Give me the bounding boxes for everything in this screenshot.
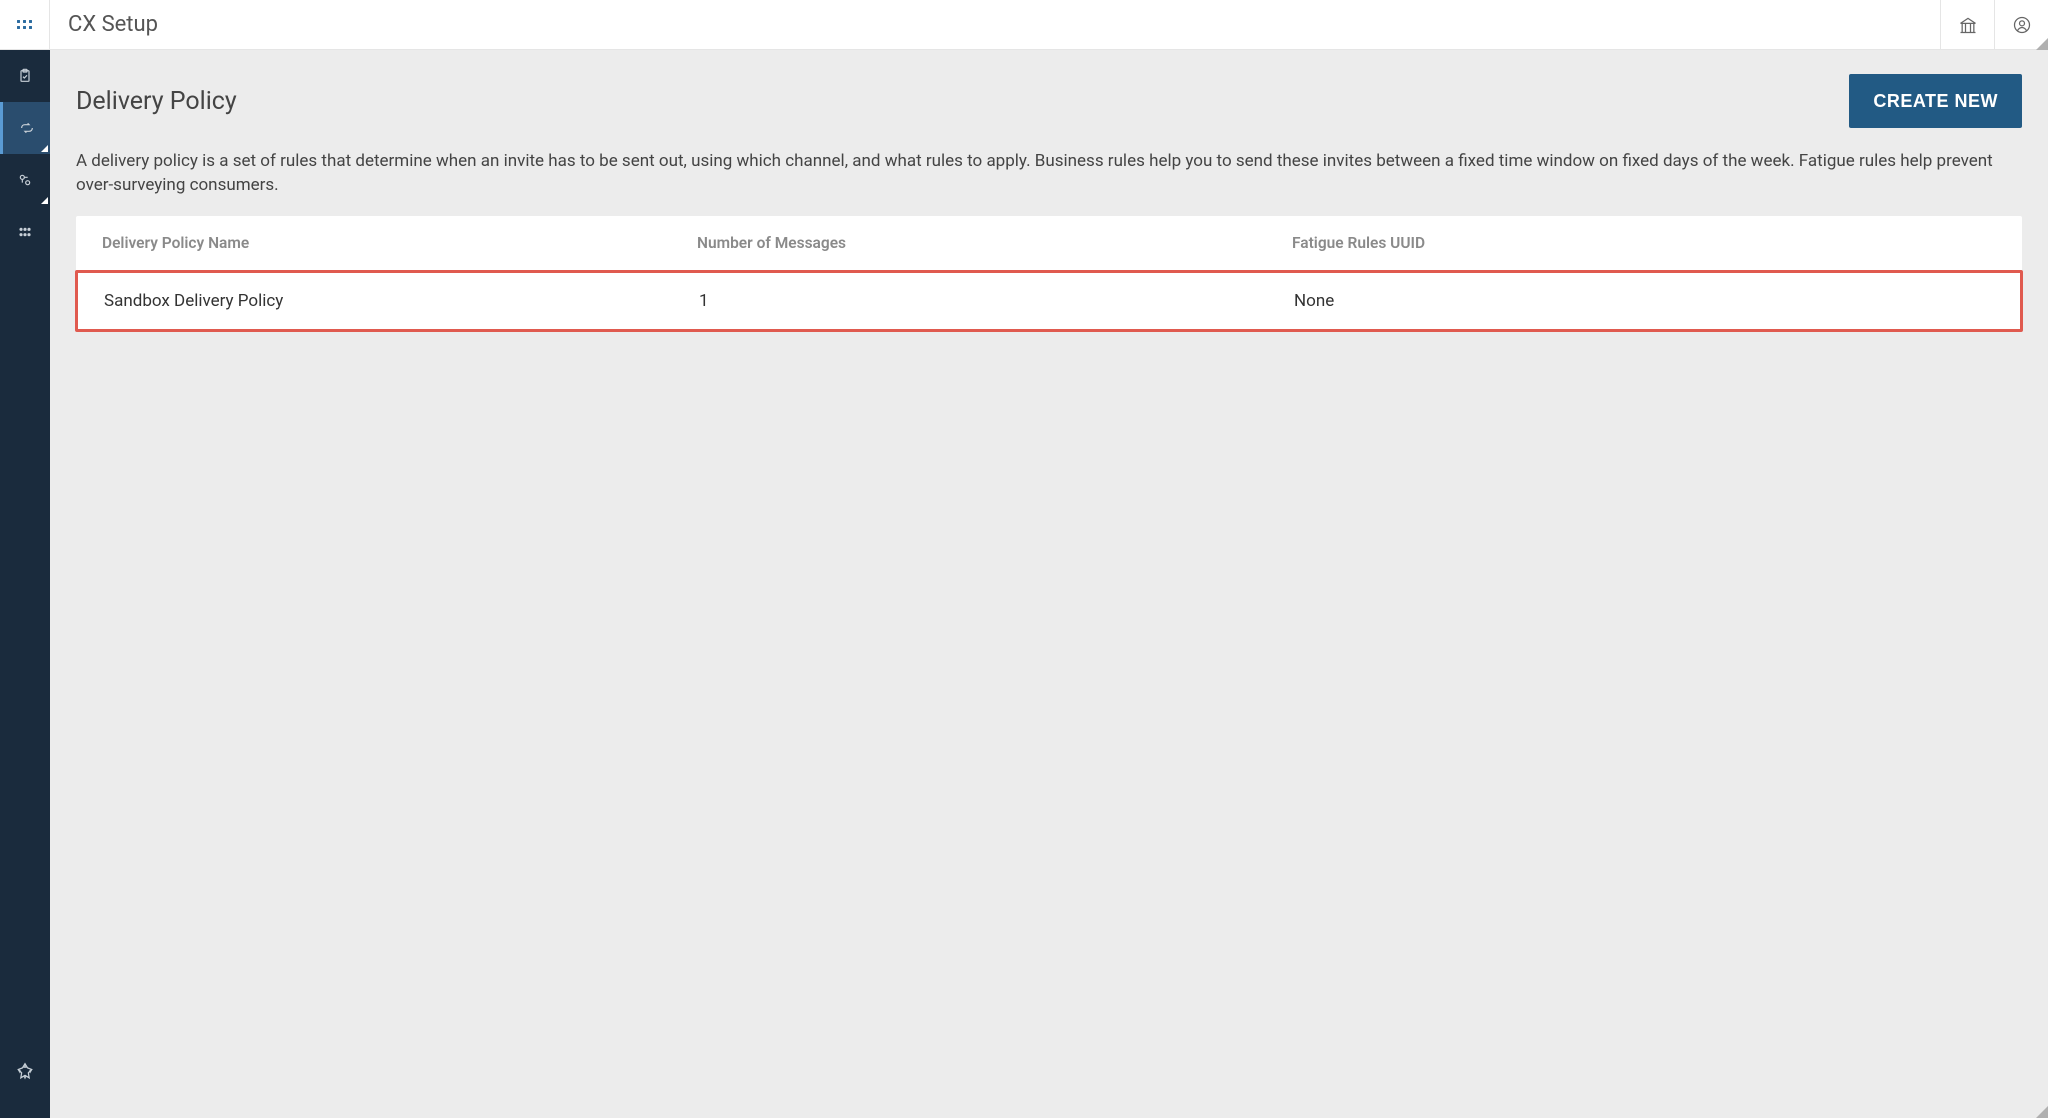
resize-corner-icon <box>2036 1106 2048 1118</box>
share-icon <box>19 120 35 136</box>
sidebar-item-logo[interactable] <box>0 1046 50 1098</box>
logo-icon <box>15 1062 35 1082</box>
page-header: Delivery Policy CREATE NEW <box>76 74 2022 128</box>
user-circle-icon <box>2012 15 2032 35</box>
cell-messages: 1 <box>699 291 1294 311</box>
expand-indicator-icon <box>41 197 48 204</box>
expand-indicator-icon <box>41 145 48 152</box>
main-content: Delivery Policy CREATE NEW A delivery po… <box>50 50 2048 1118</box>
sidebar-item-more[interactable] <box>0 206 50 258</box>
top-header: CX Setup <box>0 0 2048 50</box>
table-row[interactable]: Sandbox Delivery Policy 1 None <box>75 270 2023 332</box>
cell-uuid: None <box>1294 291 1994 311</box>
page-description: A delivery policy is a set of rules that… <box>76 150 2022 198</box>
adjust-icon <box>17 224 33 240</box>
sidebar-item-settings[interactable] <box>0 154 50 206</box>
app-title: CX Setup <box>50 12 158 37</box>
table-header-row: Delivery Policy Name Number of Messages … <box>76 216 2022 271</box>
cell-policy-name: Sandbox Delivery Policy <box>104 291 699 311</box>
create-new-button[interactable]: CREATE NEW <box>1849 74 2022 128</box>
app-grid-icon <box>17 20 33 30</box>
page-title: Delivery Policy <box>76 87 237 116</box>
integration-icon <box>17 172 33 188</box>
column-header-uuid: Fatigue Rules UUID <box>1292 234 1996 252</box>
resize-corner-icon <box>2036 38 2048 50</box>
sidebar-bottom <box>0 1046 50 1118</box>
institution-icon <box>1958 15 1978 35</box>
sidebar-item-delivery[interactable] <box>0 102 50 154</box>
column-header-name: Delivery Policy Name <box>102 234 697 252</box>
clipboard-check-icon <box>17 68 33 84</box>
institution-button[interactable] <box>1940 0 1994 50</box>
sidebar <box>0 50 50 1118</box>
header-right <box>1940 0 2048 49</box>
delivery-policy-table: Delivery Policy Name Number of Messages … <box>76 216 2022 332</box>
column-header-messages: Number of Messages <box>697 234 1292 252</box>
sidebar-item-clipboard[interactable] <box>0 50 50 102</box>
app-switcher-button[interactable] <box>0 0 50 50</box>
